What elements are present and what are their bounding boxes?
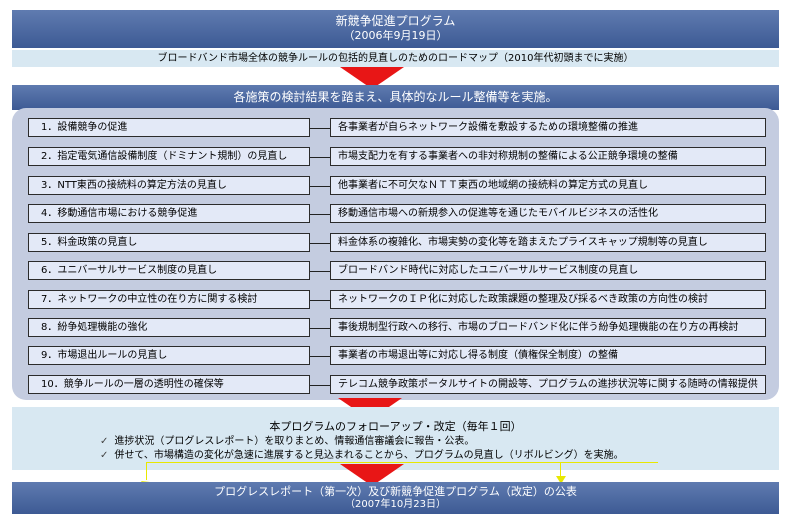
measure-item-9: 9．市場退出ルールの見直し (28, 346, 310, 365)
measure-detail-4: 移動通信市場への新規参入の促進等を通じたモバイルビジネスの活性化 (330, 204, 766, 223)
followup-bullet-2: ✓ 併せて、市場構造の変化が急速に進展すると見込まれることから、プログラムの見直し… (12, 448, 779, 462)
followup-bullet-1: ✓ 進捗状況（プログレスレポート）を取りまとめ、情報通信審議会に報告・公表。 (12, 434, 779, 448)
measure-item-8: 8．紛争処理機能の強化 (28, 318, 310, 337)
measure-detail-1: 各事業者が自らネットワーク設備を敷設するための環境整備の推進 (330, 118, 766, 137)
connector-line (310, 157, 330, 158)
connector-line (310, 243, 330, 244)
connector-line (310, 328, 330, 329)
connector-line (310, 186, 330, 187)
measure-detail-3: 他事業者に不可欠なＮＴＴ東西の地域網の接続料の算定方式の見直し (330, 176, 766, 195)
measure-detail-9: 事業者の市場退出等に対応し得る制度（債権保全制度）の整備 (330, 346, 766, 365)
measure-detail-6: ブロードバンド時代に対応したユニバーサルサービス制度の見直し (330, 261, 766, 280)
panel-heading: 各施策の検討結果を踏まえ、具体的なルール整備等を実施。 (12, 85, 779, 110)
followup-bullet-text: 進捗状況（プログレスレポート）を取りまとめ、情報通信審議会に報告・公表。 (114, 436, 475, 447)
program-header: 新競争促進プログラム （2006年9月19日） (12, 10, 779, 48)
measure-item-1: 1．設備競争の促進 (28, 118, 310, 137)
measure-item-6: 6．ユニバーサルサービス制度の見直し (28, 261, 310, 280)
followup-bullet-text: 併せて、市場構造の変化が急速に進展すると見込まれることから、プログラムの見直し（… (114, 450, 624, 461)
roadmap-subtitle: ブロードバンド市場全体の競争ルールの包括的見直しのためのロードマップ（2010年… (12, 50, 779, 67)
measure-item-4: 4．移動通信市場における競争促進 (28, 204, 310, 223)
program-date: （2006年9月19日） (343, 29, 448, 42)
publication-footer: プログレスレポート（第一次）及び新競争促進プログラム（改定）の公表 （2007年… (12, 482, 779, 514)
revolving-line-horizontal (146, 462, 658, 463)
measure-item-2: 2．指定電気通信設備制度（ドミナント規制）の見直し (28, 147, 310, 166)
connector-line (310, 271, 330, 272)
measure-detail-10: テレコム競争政策ポータルサイトの開設等、プログラムの進捗状況等に関する随時の情報… (330, 375, 766, 394)
connector-line (310, 128, 330, 129)
publication-date: （2007年10月23日） (345, 499, 446, 510)
measure-detail-7: ネットワークのＩＰ化に対応した政策課題の整理及び採るべき政策の方向性の検討 (330, 290, 766, 309)
connector-line (310, 385, 330, 386)
measure-item-7: 7．ネットワークの中立性の在り方に関する検討 (28, 290, 310, 309)
connector-line (310, 300, 330, 301)
measure-detail-8: 事後規制型行政への移行、市場のブロードバンド化に伴う紛争処理機能の在り方の再検討 (330, 318, 766, 337)
publication-title: プログレスレポート（第一次）及び新競争促進プログラム（改定）の公表 (214, 485, 577, 498)
check-icon: ✓ (100, 450, 109, 461)
connector-line (310, 356, 330, 357)
check-icon: ✓ (100, 436, 109, 447)
program-title: 新競争促進プログラム (335, 14, 456, 28)
followup-box: 本プログラムのフォローアップ・改定（毎年１回） ✓ 進捗状況（プログレスレポート）… (12, 407, 779, 470)
measure-detail-2: 市場支配力を有する事業者への非対称規制の整備による公正競争環境の整備 (330, 147, 766, 166)
measure-item-5: 5．料金政策の見直し (28, 233, 310, 252)
measure-detail-5: 料金体系の複雑化、市場実勢の変化等を踏まえたプライスキャップ規制等の見直し (330, 233, 766, 252)
measure-item-3: 3．NTT東西の接続料の算定方法の見直し (28, 176, 310, 195)
connector-line (310, 214, 330, 215)
followup-title: 本プログラムのフォローアップ・改定（毎年１回） (269, 420, 522, 433)
measure-item-10: 10．競争ルールの一層の透明性の確保等 (28, 375, 310, 394)
